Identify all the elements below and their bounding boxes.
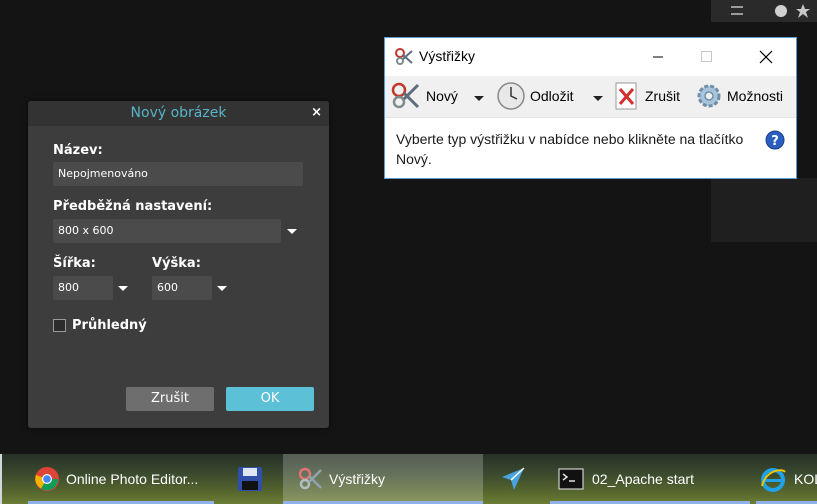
taskbar: Online Photo Editor... Výstřižky 02_Apac… [0, 454, 817, 504]
minimize-icon [653, 56, 663, 58]
background-panel [711, 178, 817, 242]
new-snip-label: Nový [426, 88, 458, 104]
ok-button[interactable]: OK [226, 387, 314, 411]
maximize-icon [701, 51, 712, 62]
height-input[interactable]: 600 [152, 276, 212, 300]
airplane-icon [502, 467, 525, 490]
record-icon[interactable] [773, 3, 789, 19]
width-input[interactable]: 800 [53, 276, 113, 300]
gear-icon [697, 84, 721, 108]
scissors-icon [298, 467, 322, 490]
transparent-label: Průhledný [72, 318, 147, 333]
preset-select[interactable]: 800 x 600 [53, 219, 281, 243]
transparent-checkbox[interactable] [53, 319, 66, 332]
dialog-close-icon[interactable]: × [311, 105, 322, 120]
terminal-icon [558, 468, 584, 490]
star-icon[interactable] [795, 3, 811, 19]
name-label: Název: [53, 143, 103, 158]
chevron-down-icon[interactable] [474, 96, 484, 101]
cancel-x-icon [615, 82, 637, 110]
taskbar-item-snipping-tool[interactable]: Výstřižky [283, 454, 483, 504]
preset-label: Předběžná nastavení: [53, 199, 213, 214]
snip-title: Výstřižky [419, 48, 475, 64]
taskbar-item-chrome[interactable]: Online Photo Editor... [28, 454, 214, 504]
delay-label: Odložit [530, 88, 574, 104]
chevron-down-icon[interactable] [593, 96, 603, 101]
internet-explorer-icon [761, 468, 786, 492]
snip-instructions: Vyberte typ výstřižku v nabídce nebo kli… [396, 131, 744, 167]
clock-icon [497, 82, 525, 110]
background-app-toolbar [711, 0, 817, 22]
svg-text:?: ? [771, 134, 779, 149]
width-dropdown-icon[interactable] [118, 286, 128, 291]
close-button[interactable] [743, 38, 789, 76]
taskbar-item-apache[interactable]: 02_Apache start [550, 454, 750, 504]
taskbar-item-label: 02_Apache start [592, 471, 694, 487]
dialog-header: Nový obrázek × [28, 101, 329, 126]
scissors-icon [395, 48, 413, 65]
options-label: Možnosti [727, 88, 784, 104]
dialog-title: Nový obrázek [130, 105, 227, 121]
cancel-snip-label: Zrušit [645, 88, 680, 104]
height-label: Výška: [152, 256, 201, 271]
maximize-button[interactable] [683, 38, 729, 76]
taskbar-item-label: Online Photo Editor... [66, 471, 199, 487]
taskbar-item-label: Výstřižky [329, 471, 385, 487]
delay-button[interactable]: Odložit [496, 79, 604, 113]
preset-dropdown-icon[interactable] [287, 229, 297, 234]
minimize-button[interactable] [635, 38, 681, 76]
new-snip-button[interactable]: Nový [390, 79, 486, 113]
options-button[interactable]: Možnosti [695, 79, 795, 113]
taskbar-item-airplane[interactable] [488, 454, 540, 504]
taskbar-item-label: KOL [794, 471, 817, 487]
sliders-icon[interactable] [729, 3, 745, 19]
scissors-icon [391, 82, 420, 109]
snip-toolbar: Nový Odložit Zrušit Možnosti [385, 76, 796, 118]
snipping-tool-window: Výstřižky Nový Odložit Zrušit Možnosti V… [384, 37, 797, 179]
cancel-button[interactable]: Zrušit [126, 387, 214, 411]
taskbar-edge [0, 454, 2, 504]
cancel-snip-button[interactable]: Zrušit [614, 79, 684, 113]
height-dropdown-icon[interactable] [217, 286, 227, 291]
new-image-dialog: Nový obrázek × Název: Nepojmenováno Před… [28, 101, 329, 428]
taskbar-item-save[interactable] [222, 454, 278, 504]
name-input[interactable]: Nepojmenováno [53, 162, 303, 186]
width-label: Šířka: [53, 256, 96, 271]
floppy-disk-icon [238, 467, 262, 491]
taskbar-item-internet-explorer[interactable]: KOL [756, 454, 817, 504]
close-icon [759, 50, 773, 64]
chrome-icon [35, 467, 59, 491]
help-icon[interactable]: ? [765, 130, 785, 150]
snip-titlebar: Výstřižky [385, 38, 796, 76]
